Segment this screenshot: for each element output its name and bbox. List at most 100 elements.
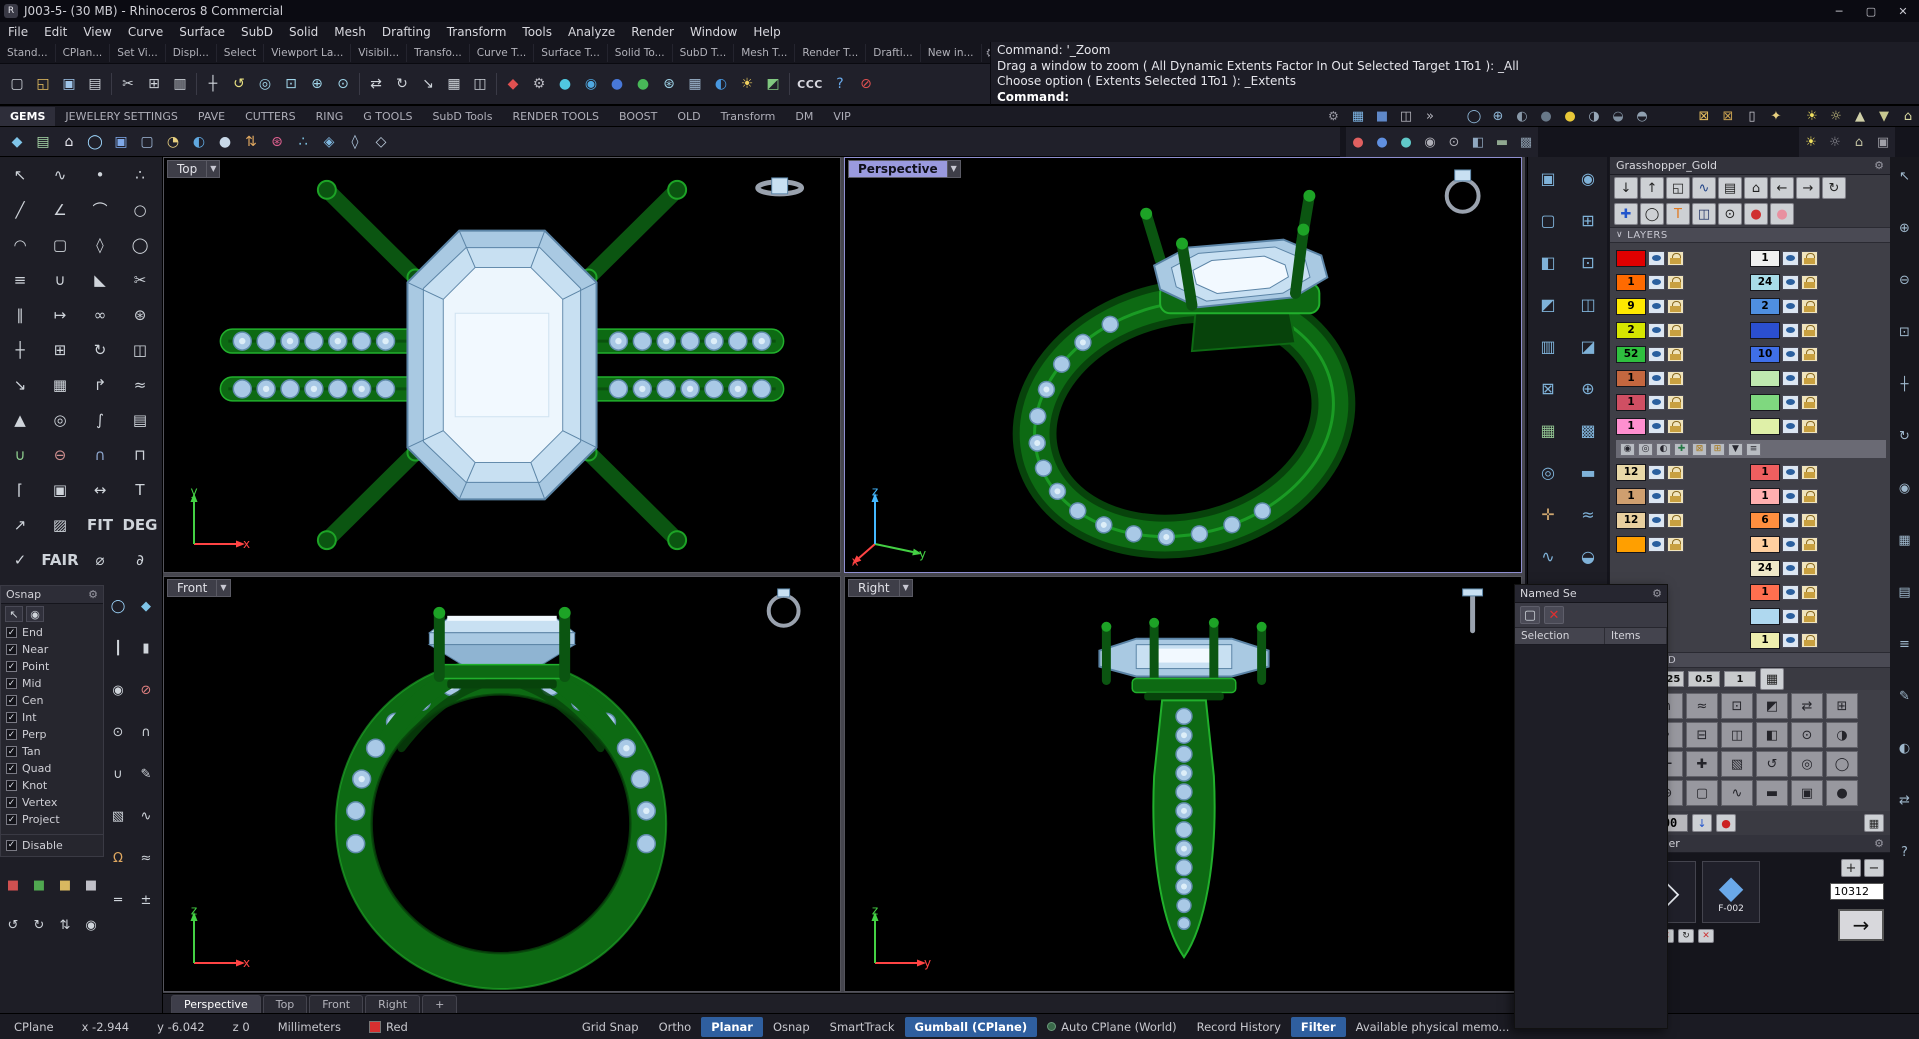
delete-named-selection-icon[interactable]: ✕ [1544,606,1564,624]
status-toggle-planar[interactable]: Planar [701,1016,763,1037]
layer-color-chip[interactable]: 12 [1616,463,1646,481]
shank-icon[interactable]: ∪ [104,753,132,795]
projector-icon[interactable]: ▣ [1871,129,1895,155]
smooth-subd-icon[interactable]: ∿ [1721,780,1753,806]
layer-color-chip[interactable]: 6 [1750,511,1780,529]
chevron-down-icon[interactable]: ▼ [947,160,961,178]
mask-grid-icon[interactable]: ▦ [1760,668,1784,690]
fair-icon[interactable]: FAIR [40,542,80,577]
subd-sphere-icon[interactable]: ◉ [1568,157,1608,199]
gear-icon[interactable]: ⚙ [88,588,98,601]
tech-sphere-icon[interactable]: ◑ [1582,106,1606,127]
hide-layers-icon[interactable]: ◎ [1638,442,1653,456]
stone-right[interactable] [1098,637,1270,678]
layer-entry[interactable]: 1 [1750,463,1884,481]
plugin-tab-gems[interactable]: GEMS [0,106,56,126]
offset-icon[interactable]: ≡ [0,262,40,297]
sphere-green-icon[interactable]: ● [630,71,656,97]
gem-red-icon[interactable]: ◆ [500,71,526,97]
viewport-top[interactable]: Top ▼ xy [163,157,841,573]
checkbox[interactable] [6,661,17,672]
smooth-icon[interactable]: ◒ [1568,535,1608,577]
plugin-tab-transform[interactable]: Transform [711,107,786,126]
menu-view[interactable]: View [75,22,119,42]
inset-face-icon[interactable]: ⊡ [1568,241,1608,283]
layer-lock-icon[interactable] [1667,418,1684,434]
ellipse-icon[interactable]: ◯ [120,227,160,262]
layer-lock-icon[interactable] [1667,488,1684,504]
merge-face-icon[interactable]: ◫ [1721,722,1753,748]
toolbar-tab[interactable]: Visibil... [351,43,408,62]
wirecut-icon[interactable]: ⊠ [1528,367,1568,409]
zoom-in-part-icon[interactable]: + [1841,859,1861,877]
layer-lock-icon[interactable] [1801,250,1818,266]
control-points-icon[interactable]: ∴ [120,157,160,192]
plugin-tab-ring[interactable]: RING [306,107,354,126]
fit-icon[interactable]: FIT [80,507,120,542]
help-icon[interactable]: ? [827,71,853,97]
menu-file[interactable]: File [0,22,36,42]
layer-color-chip[interactable] [1750,393,1780,411]
osnap-item-knot[interactable]: Knot [1,777,103,794]
toolbar-tab[interactable]: Render T... [795,43,867,62]
status-toggle-record-history[interactable]: Record History [1187,1017,1291,1037]
checkbox[interactable] [6,780,17,791]
layer-color-chip[interactable] [1616,535,1646,553]
layer-color-chip[interactable]: 12 [1616,511,1646,529]
layer-color-chip[interactable] [1750,607,1780,625]
layer-visibility-icon[interactable] [1782,608,1799,624]
viewport-tab-perspective[interactable]: Perspective [171,995,261,1013]
ring-icon[interactable]: ◯ [82,129,108,155]
deg-icon[interactable]: DEG [120,507,160,542]
checkbox[interactable] [6,627,17,638]
layers-section-header[interactable]: ∨ LAYERS [1610,227,1890,243]
column-header-selection[interactable]: Selection [1515,628,1605,644]
layer-color-chip[interactable] [1750,417,1780,435]
layer-visibility-icon[interactable] [1648,274,1665,290]
molecule-icon[interactable]: ⊛ [656,71,682,97]
camera-icon[interactable]: ◉ [1418,129,1442,155]
flow-icon[interactable]: ≈ [120,367,160,402]
menu-edit[interactable]: Edit [36,22,75,42]
crease-icon[interactable]: ◪ [1568,325,1608,367]
layer-lock-icon[interactable] [1667,322,1684,338]
gem-table-icon[interactable]: ▤ [30,129,56,155]
named-selection-list[interactable] [1515,645,1667,1028]
floor-icon[interactable]: ▬ [1490,129,1514,155]
point-icon[interactable]: • [80,157,120,192]
checkbox[interactable] [6,729,17,740]
panels-icon[interactable]: ◫ [1394,106,1418,127]
twist-box-icon[interactable]: ∿ [1528,535,1568,577]
menu-transform[interactable]: Transform [439,22,515,42]
status-toggle-grid-snap[interactable]: Grid Snap [572,1017,649,1037]
layer-color-chip[interactable]: 1 [1616,417,1646,435]
status-toggle-available-physical-memo-[interactable]: Available physical memo... [1346,1017,1520,1037]
disable-checkbox[interactable] [6,839,17,851]
viewport-tab-right[interactable]: Right [365,995,421,1013]
new-named-selection-icon[interactable]: ▢ [1520,606,1540,624]
boolean-difference-icon[interactable]: ⊖ [40,437,80,472]
ghosted-sphere-icon[interactable]: ◐ [1510,106,1534,127]
spring-icon[interactable]: ≈ [132,837,160,879]
sphere-blue-icon[interactable]: ● [604,71,630,97]
help-mini-icon[interactable]: ? [1893,841,1917,863]
layer-settings-icon[interactable]: ≡ [1746,442,1761,456]
pipe-icon[interactable]: ═ [104,879,132,921]
osnap-item-cen[interactable]: Cen [1,692,103,709]
gear-icon[interactable]: ⚙ [1328,109,1339,123]
status-cplane[interactable]: CPlane [0,1020,68,1034]
circle-icon[interactable]: ○ [120,192,160,227]
toolbar-tab[interactable]: CPlan... [56,43,111,62]
layer-lock-icon[interactable] [1801,560,1818,576]
sweep-icon[interactable]: ∫ [80,402,120,437]
drop-icon[interactable]: ◉ [578,71,604,97]
osnap-disable-row[interactable]: Disable [1,834,103,852]
viewport-label-perspective[interactable]: Perspective [848,160,948,178]
layer-entry[interactable]: 2 [1616,321,1750,339]
flip-icon[interactable]: ⇅ [52,905,78,945]
status-millimeters[interactable]: Millimeters [264,1020,355,1034]
layer-lock-icon[interactable] [1801,608,1818,624]
layer-entry[interactable]: 24 [1750,559,1884,577]
viewport-right[interactable]: Right ▼ yz [844,576,1522,992]
pan-icon[interactable]: ┼ [200,71,226,97]
